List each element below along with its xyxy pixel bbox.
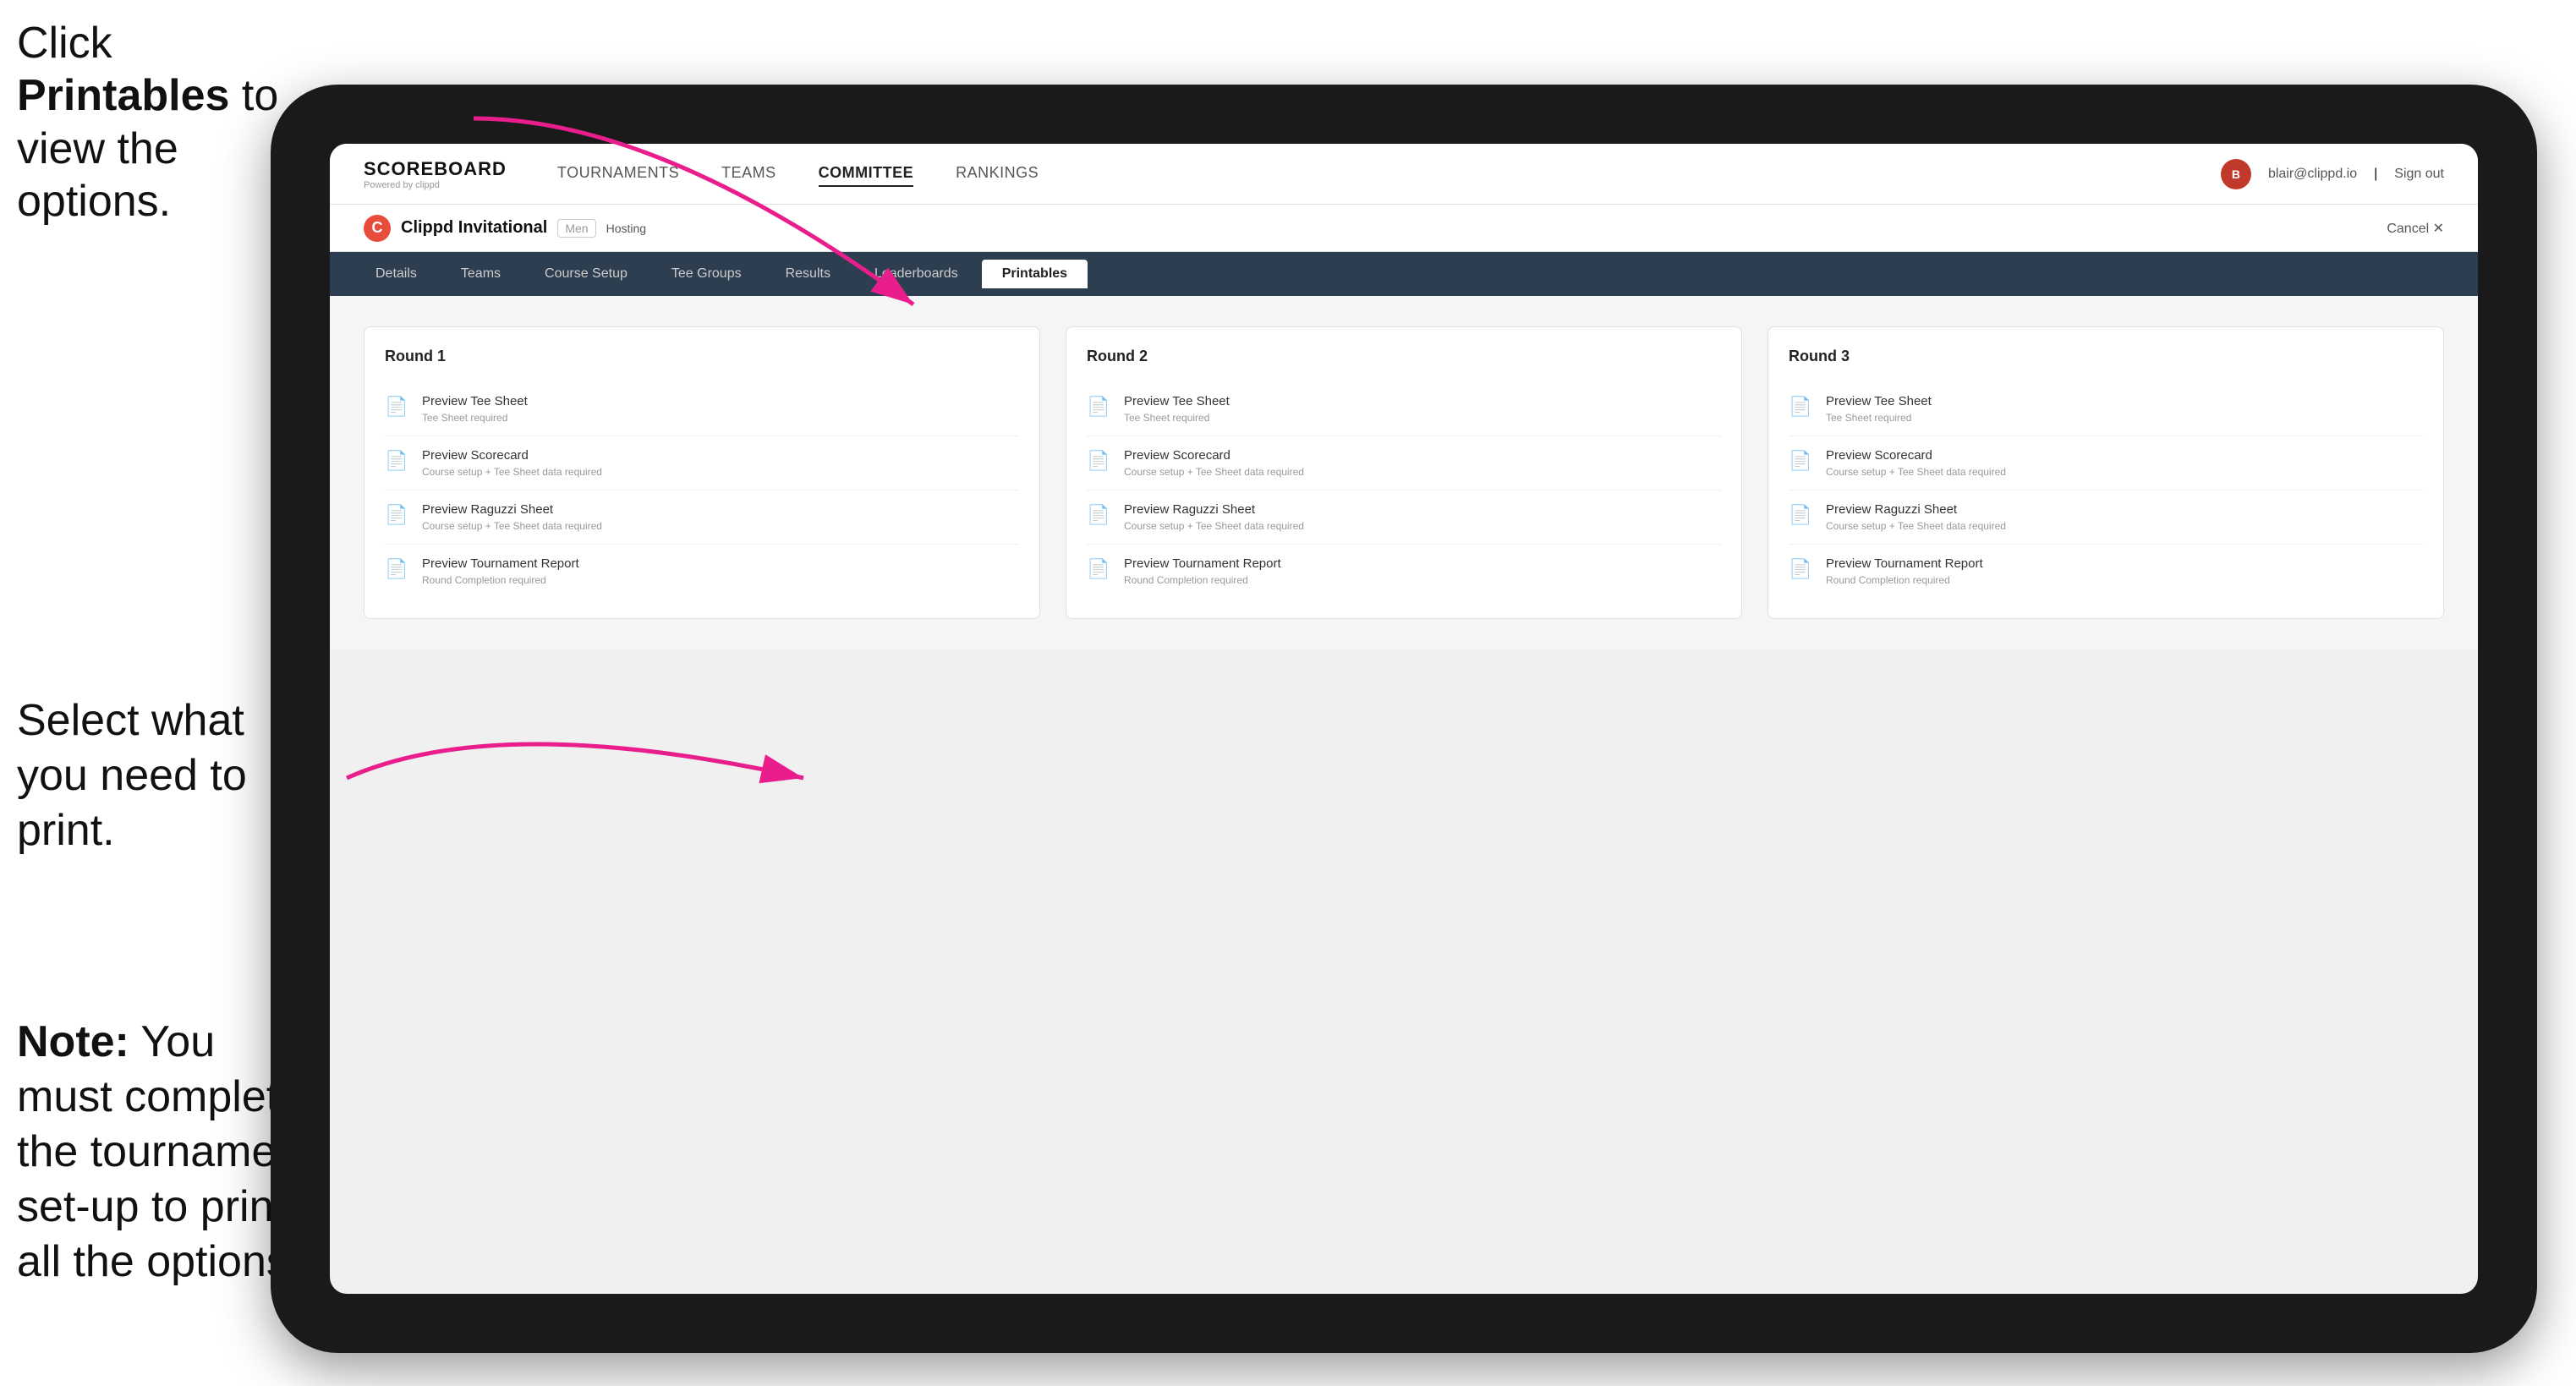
- top-nav-right: B blair@clippd.io | Sign out: [2221, 159, 2444, 189]
- scoreboard-title: SCOREBOARD: [364, 158, 507, 180]
- r2-scorecard-sub: Course setup + Tee Sheet data required: [1124, 466, 1304, 478]
- r3-report-label: Preview Tournament Report: [1826, 556, 1983, 571]
- tab-results[interactable]: Results: [765, 260, 851, 288]
- tab-nav: Details Teams Course Setup Tee Groups Re…: [330, 252, 2478, 296]
- top-nav: SCOREBOARD Powered by clippd TOURNAMENTS…: [330, 144, 2478, 205]
- r3-tee-sheet-icon: 📄: [1789, 396, 1816, 423]
- round-3-column: Round 3 📄 Preview Tee Sheet Tee Sheet re…: [1768, 326, 2444, 619]
- tournament-badge: Men: [557, 219, 595, 238]
- r1-scorecard-label: Preview Scorecard: [422, 448, 602, 463]
- tab-details[interactable]: Details: [355, 260, 437, 288]
- tablet-device: SCOREBOARD Powered by clippd TOURNAMENTS…: [271, 85, 2537, 1353]
- r2-tee-sheet-label: Preview Tee Sheet: [1124, 394, 1230, 408]
- round-1-title: Round 1: [385, 348, 1019, 365]
- r2-raguzzi-label: Preview Raguzzi Sheet: [1124, 502, 1304, 517]
- printables-bold: Printables: [17, 71, 229, 120]
- r3-raguzzi[interactable]: 📄 Preview Raguzzi Sheet Course setup + T…: [1789, 490, 2423, 545]
- r2-tee-sheet-icon: 📄: [1087, 396, 1114, 423]
- r3-report-sub: Round Completion required: [1826, 574, 1983, 586]
- r2-scorecard[interactable]: 📄 Preview Scorecard Course setup + Tee S…: [1087, 436, 1721, 490]
- r3-tournament-report[interactable]: 📄 Preview Tournament Report Round Comple…: [1789, 545, 2423, 598]
- r3-raguzzi-label: Preview Raguzzi Sheet: [1826, 502, 2006, 517]
- r3-tee-sheet[interactable]: 📄 Preview Tee Sheet Tee Sheet required: [1789, 382, 2423, 436]
- nav-committee[interactable]: COMMITTEE: [819, 161, 914, 187]
- r2-raguzzi-sub: Course setup + Tee Sheet data required: [1124, 520, 1304, 532]
- r1-raguzzi-sub: Course setup + Tee Sheet data required: [422, 520, 602, 532]
- r3-tee-sheet-sub: Tee Sheet required: [1826, 412, 1932, 424]
- r1-tee-sheet[interactable]: 📄 Preview Tee Sheet Tee Sheet required: [385, 382, 1019, 436]
- r3-raguzzi-icon: 📄: [1789, 504, 1816, 531]
- tournament-title: Clippd Invitational: [401, 218, 547, 238]
- scoreboard-sub: Powered by clippd: [364, 180, 507, 190]
- tab-course-setup[interactable]: Course Setup: [524, 260, 648, 288]
- r1-tee-sheet-sub: Tee Sheet required: [422, 412, 528, 424]
- round-1-column: Round 1 📄 Preview Tee Sheet Tee Sheet re…: [364, 326, 1040, 619]
- r3-scorecard-label: Preview Scorecard: [1826, 448, 2006, 463]
- r1-raguzzi-label: Preview Raguzzi Sheet: [422, 502, 602, 517]
- r1-tournament-report[interactable]: 📄 Preview Tournament Report Round Comple…: [385, 545, 1019, 598]
- r2-tee-sheet[interactable]: 📄 Preview Tee Sheet Tee Sheet required: [1087, 382, 1721, 436]
- tab-tee-groups[interactable]: Tee Groups: [651, 260, 762, 288]
- raguzzi-icon: 📄: [385, 504, 412, 531]
- r2-scorecard-label: Preview Scorecard: [1124, 448, 1304, 463]
- r3-tee-sheet-label: Preview Tee Sheet: [1826, 394, 1932, 408]
- tournament-name: C Clippd Invitational Men Hosting: [364, 215, 646, 242]
- r2-report-sub: Round Completion required: [1124, 574, 1281, 586]
- nav-tournaments[interactable]: TOURNAMENTS: [557, 161, 679, 187]
- tab-teams[interactable]: Teams: [441, 260, 521, 288]
- round-2-column: Round 2 📄 Preview Tee Sheet Tee Sheet re…: [1066, 326, 1742, 619]
- r2-report-label: Preview Tournament Report: [1124, 556, 1281, 571]
- content-area: Round 1 📄 Preview Tee Sheet Tee Sheet re…: [330, 296, 2478, 649]
- r3-report-icon: 📄: [1789, 558, 1816, 585]
- r1-scorecard-sub: Course setup + Tee Sheet data required: [422, 466, 602, 478]
- r2-tournament-report[interactable]: 📄 Preview Tournament Report Round Comple…: [1087, 545, 1721, 598]
- round-3-title: Round 3: [1789, 348, 2423, 365]
- tab-leaderboards[interactable]: Leaderboards: [854, 260, 978, 288]
- r2-tee-sheet-sub: Tee Sheet required: [1124, 412, 1230, 424]
- r2-scorecard-icon: 📄: [1087, 450, 1114, 477]
- r2-report-icon: 📄: [1087, 558, 1114, 585]
- round-2-title: Round 2: [1087, 348, 1721, 365]
- tee-sheet-icon: 📄: [385, 396, 412, 423]
- tournament-header: C Clippd Invitational Men Hosting Cancel…: [330, 205, 2478, 252]
- r2-raguzzi-icon: 📄: [1087, 504, 1114, 531]
- r2-raguzzi[interactable]: 📄 Preview Raguzzi Sheet Course setup + T…: [1087, 490, 1721, 545]
- tablet-screen: SCOREBOARD Powered by clippd TOURNAMENTS…: [330, 144, 2478, 1294]
- hosting-badge: Hosting: [606, 222, 646, 235]
- tab-printables[interactable]: Printables: [982, 260, 1088, 288]
- nav-rankings[interactable]: RANKINGS: [956, 161, 1039, 187]
- r3-scorecard-icon: 📄: [1789, 450, 1816, 477]
- scorecard-icon: 📄: [385, 450, 412, 477]
- instruction-top: Click Printables to view the options.: [17, 17, 288, 228]
- cancel-button[interactable]: Cancel ✕: [2387, 220, 2444, 237]
- r3-scorecard-sub: Course setup + Tee Sheet data required: [1826, 466, 2006, 478]
- clippd-logo: C: [364, 215, 391, 242]
- r1-tee-sheet-label: Preview Tee Sheet: [422, 394, 528, 408]
- instruction-middle: Select what you need to print.: [17, 693, 304, 858]
- main-nav: TOURNAMENTS TEAMS COMMITTEE RANKINGS: [557, 161, 2221, 187]
- r1-raguzzi[interactable]: 📄 Preview Raguzzi Sheet Course setup + T…: [385, 490, 1019, 545]
- user-avatar: B: [2221, 159, 2251, 189]
- scoreboard-logo: SCOREBOARD Powered by clippd: [364, 158, 507, 190]
- r1-report-sub: Round Completion required: [422, 574, 579, 586]
- r1-report-label: Preview Tournament Report: [422, 556, 579, 571]
- user-email: blair@clippd.io: [2268, 167, 2357, 182]
- r3-raguzzi-sub: Course setup + Tee Sheet data required: [1826, 520, 2006, 532]
- r1-scorecard[interactable]: 📄 Preview Scorecard Course setup + Tee S…: [385, 436, 1019, 490]
- nav-teams[interactable]: TEAMS: [721, 161, 776, 187]
- sign-out-link[interactable]: Sign out: [2394, 167, 2444, 182]
- report-icon: 📄: [385, 558, 412, 585]
- r3-scorecard[interactable]: 📄 Preview Scorecard Course setup + Tee S…: [1789, 436, 2423, 490]
